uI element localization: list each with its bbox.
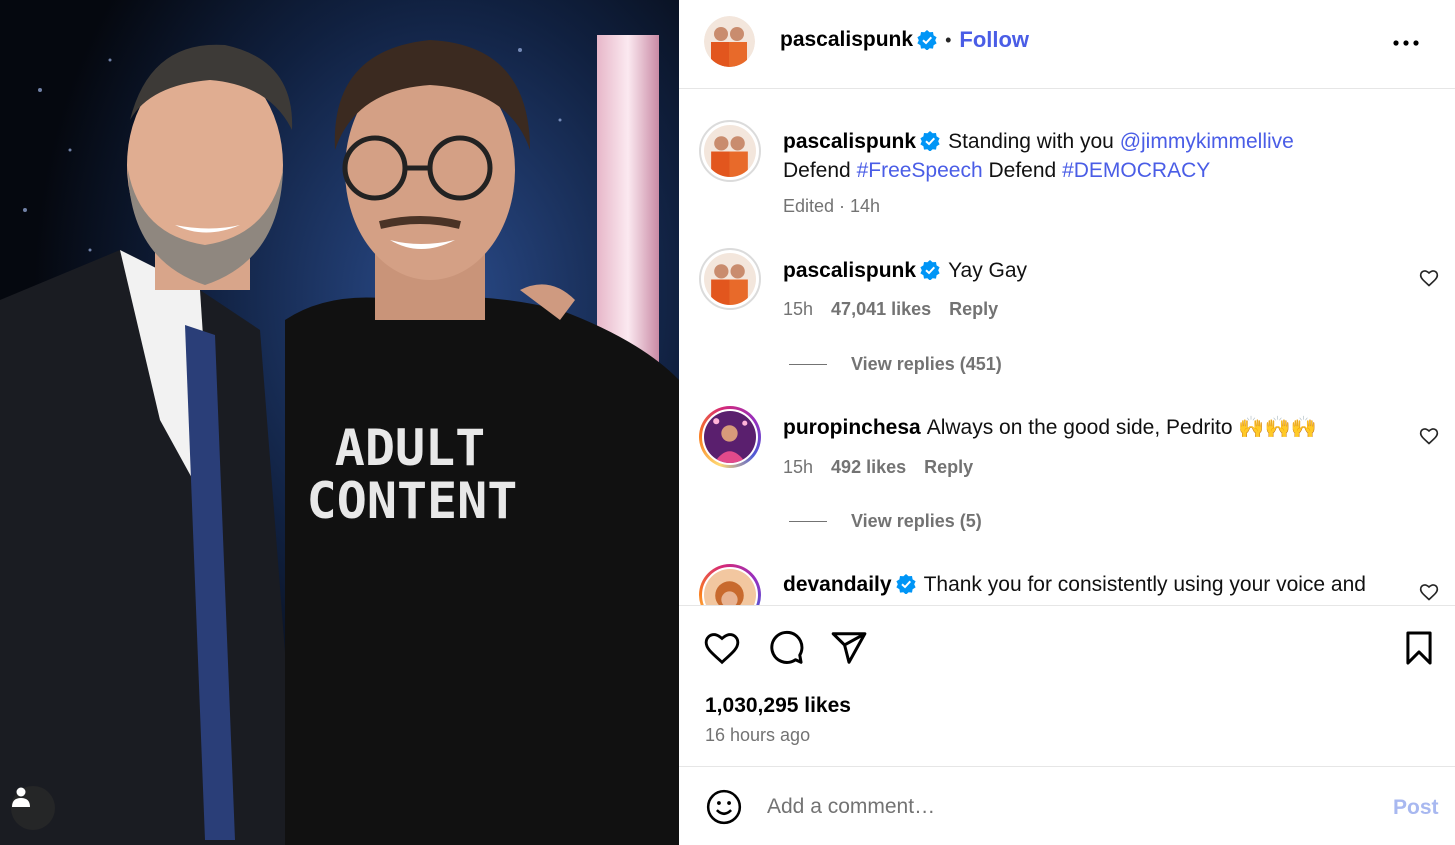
- avatar[interactable]: [704, 16, 755, 67]
- comment-meta: 15h 47,041 likes Reply: [783, 299, 998, 320]
- verified-badge-icon: [895, 574, 916, 594]
- separator-dot: •: [945, 29, 952, 50]
- comment-reply-button[interactable]: Reply: [949, 299, 998, 319]
- caption-mention-link[interactable]: @jimmykimmellive: [1120, 130, 1294, 153]
- comment-username[interactable]: puropinchesa: [783, 416, 921, 439]
- caption-body: Standing with you: [948, 130, 1114, 153]
- comment-bubble-icon[interactable]: [767, 629, 805, 667]
- header-user: pascalispunk • Follow: [780, 27, 1029, 53]
- caption-username[interactable]: pascalispunk: [783, 130, 916, 153]
- divider: [789, 364, 827, 365]
- bookmark-icon[interactable]: [1400, 629, 1438, 667]
- comment-avatar[interactable]: [699, 406, 761, 468]
- comment-likes[interactable]: 47,041 likes: [831, 299, 931, 319]
- post-actions-section: 1,030,295 likes 16 hours ago: [679, 605, 1455, 767]
- photo-illustration: ADULT CONTENT: [0, 0, 679, 845]
- post-author-username[interactable]: pascalispunk: [780, 28, 913, 52]
- comment-username[interactable]: pascalispunk: [783, 259, 916, 282]
- comment-text: pascalispunk Yay Gay: [783, 256, 1027, 285]
- comment-body: Yay Gay: [948, 259, 1028, 282]
- more-options-icon[interactable]: [1391, 28, 1421, 58]
- divider: [789, 521, 827, 522]
- comment-avatar[interactable]: [699, 248, 761, 310]
- post-timestamp: 16 hours ago: [705, 725, 811, 745]
- follow-button[interactable]: Follow: [959, 27, 1029, 53]
- view-replies-button[interactable]: View replies (451): [789, 354, 1002, 375]
- comment-input[interactable]: [767, 790, 1327, 824]
- shirt-print-line-2: CONTENT: [307, 472, 518, 530]
- comment-reply-button[interactable]: Reply: [924, 457, 973, 477]
- comment-like-heart-icon[interactable]: [1419, 426, 1439, 446]
- comment-meta: 15h 492 likes Reply: [783, 457, 973, 478]
- caption-avatar[interactable]: [699, 120, 761, 182]
- hashtag-freespeech-link[interactable]: #FreeSpeech: [857, 159, 983, 182]
- comment-avatar[interactable]: [699, 564, 761, 605]
- person-tag-icon[interactable]: [11, 786, 55, 830]
- verified-badge-icon: [920, 131, 940, 151]
- post-likes-count[interactable]: 1,030,295 likes: [705, 694, 851, 718]
- heart-icon[interactable]: [703, 629, 741, 667]
- comment-time: 15h: [783, 299, 814, 319]
- comment-body: Always on the good side, Pedrito 🙌🙌🙌: [926, 416, 1317, 439]
- caption-text: pascalispunk Standing with you @jimmykim…: [783, 127, 1403, 185]
- comment-body: Thank you for consistently using your vo…: [923, 573, 1366, 596]
- view-replies-button[interactable]: View replies (5): [789, 511, 982, 532]
- instagram-post-view: ADULT CONTENT pascalispunk • Follow pasc…: [0, 0, 1455, 845]
- post-header: pascalispunk • Follow: [679, 0, 1455, 89]
- view-replies-label: View replies (451): [851, 354, 1002, 374]
- comments-list[interactable]: pascalispunk Standing with you @jimmykim…: [679, 90, 1455, 605]
- comment-likes[interactable]: 492 likes: [831, 457, 906, 477]
- caption-defend-2: Defend: [988, 159, 1057, 182]
- add-comment-bar: Post: [679, 768, 1455, 845]
- caption-meta: Edited · 14h: [783, 196, 881, 216]
- post-details-panel: pascalispunk • Follow pascalispunk Stand…: [679, 0, 1455, 845]
- comment-username[interactable]: devandaily: [783, 573, 892, 596]
- comment-like-heart-icon[interactable]: [1419, 268, 1439, 288]
- verified-badge-icon: [917, 30, 937, 50]
- hashtag-democracy-link[interactable]: #DEMOCRACY: [1062, 159, 1210, 182]
- verified-badge-icon: [920, 260, 940, 280]
- emoji-smiley-icon[interactable]: [705, 788, 743, 826]
- comment-like-heart-icon[interactable]: [1419, 582, 1439, 602]
- shirt-print-line-1: ADULT: [335, 419, 486, 477]
- post-comment-button[interactable]: Post: [1393, 796, 1439, 820]
- comment-time: 15h: [783, 457, 814, 477]
- post-photo[interactable]: ADULT CONTENT: [0, 0, 679, 845]
- comment-text: devandaily Thank you for consistently us…: [783, 570, 1366, 599]
- comment-text: puropinchesa Always on the good side, Ped…: [783, 413, 1317, 442]
- caption-defend-1: Defend: [783, 159, 851, 182]
- paper-plane-icon[interactable]: [830, 629, 868, 667]
- view-replies-label: View replies (5): [851, 511, 982, 531]
